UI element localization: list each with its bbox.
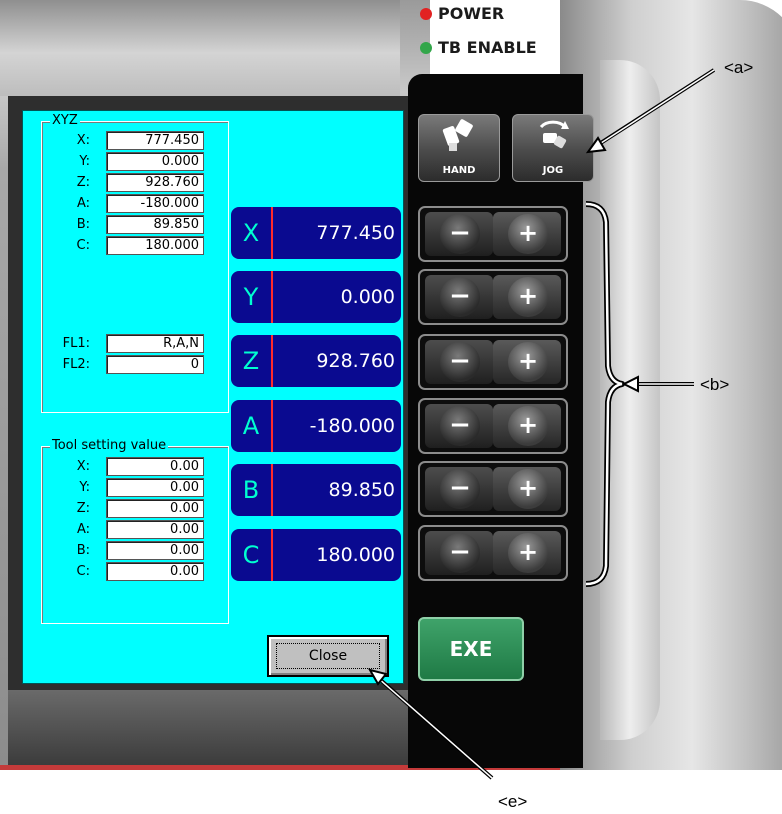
callout-b: <b>	[700, 375, 730, 394]
bracket-b	[585, 201, 625, 587]
callout-a: <a>	[724, 58, 754, 77]
callout-e: <e>	[498, 792, 528, 811]
callout-overlay	[367, 68, 716, 780]
